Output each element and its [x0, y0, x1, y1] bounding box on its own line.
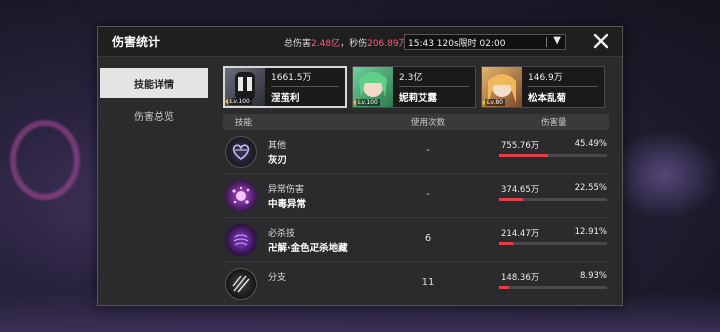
claw-slash-icon — [225, 268, 257, 300]
total-damage-value: 2.48亿 — [311, 39, 341, 49]
damage-value: 148.36万 — [501, 273, 540, 283]
use-count: 11 — [421, 277, 435, 288]
damage-value: 755.76万 — [501, 141, 540, 151]
character-card-2[interactable]: Lv.100 2.3亿 妮莉艾露 — [352, 66, 476, 108]
table-row: 必杀技 卍解·金色疋杀地藏 6 214.47万 12.91% — [223, 218, 609, 262]
table-row: 其他 灰刃 - 755.76万 45.49% — [223, 130, 609, 174]
use-count: - — [426, 145, 430, 156]
damage-bar-fill — [499, 242, 513, 245]
tab-label: 技能详情 — [134, 79, 174, 91]
skill-category: 异常伤害 — [268, 185, 305, 195]
tab-damage-overview[interactable]: 伤害总览 — [100, 100, 208, 130]
damage-bar-fill — [499, 154, 549, 157]
character-damage: 2.3亿 — [399, 70, 469, 87]
damage-percent: 12.91% — [574, 227, 607, 237]
character-level: Lv.100 — [356, 99, 380, 106]
damage-value: 214.47万 — [501, 229, 540, 239]
damage-percent: 22.55% — [574, 183, 607, 193]
purple-orb-glyph — [233, 232, 249, 248]
character-level: Lv.80 — [485, 99, 505, 106]
poison-splat-icon — [225, 180, 257, 212]
table-row: 异常伤害 中毒异常 - 374.65万 22.55% — [223, 174, 609, 218]
damage-bar — [499, 154, 607, 157]
chevron-down-icon: ▼ — [553, 35, 561, 46]
character-damage: 1661.5万 — [271, 70, 339, 87]
table-header: 技能 使用次数 伤害量 — [223, 114, 609, 130]
character-info: 2.3亿 妮莉艾露 — [393, 67, 475, 107]
character-info: 146.9万 松本乱菊 — [522, 67, 604, 107]
background-glow-left — [10, 120, 80, 200]
close-button[interactable] — [590, 30, 612, 52]
tab-skill-details[interactable]: 技能详情 — [100, 68, 208, 98]
skill-category: 其他 — [268, 141, 287, 151]
damage-summary: 总伤害2.48亿，秒伤206.89万/s — [284, 39, 416, 49]
damage-percent: 8.93% — [579, 271, 607, 281]
header-skill: 技能 — [235, 118, 253, 128]
header-damage: 伤害量 — [541, 118, 567, 128]
damage-percent: 45.49% — [574, 139, 607, 149]
table-row: 分支 11 148.36万 8.93% — [223, 262, 609, 305]
character-level: Lv.100 — [228, 98, 252, 105]
heart-wing-icon — [225, 136, 257, 168]
sidebar: 技能详情 伤害总览 — [98, 58, 208, 305]
title-bar: 伤害统计 总伤害2.48亿，秒伤206.89万/s 15:43 120s限时 0… — [98, 27, 622, 57]
character-selector: Lv.100 1661.5万 涅茧利 Lv.100 2.3亿 妮莉艾露 Lv.8… — [223, 66, 605, 108]
skill-damage-table: 技能 使用次数 伤害量 其他 灰刃 - 755.76万 45.49% 异常伤害 … — [223, 114, 609, 305]
damage-bar-fill — [499, 286, 509, 289]
character-card-1[interactable]: Lv.100 1661.5万 涅茧利 — [223, 66, 347, 108]
time-filter-dropdown[interactable]: 15:43 120s限时 02:00 ▼ — [404, 34, 566, 50]
tab-label: 伤害总览 — [134, 111, 174, 123]
skill-name: 卍解·金色疋杀地藏 — [268, 243, 348, 254]
damage-bar — [499, 286, 607, 289]
character-name: 松本乱菊 — [528, 93, 567, 104]
time-filter-value: 15:43 120s限时 02:00 — [408, 38, 506, 49]
use-count: - — [426, 189, 430, 200]
damage-bar — [499, 198, 607, 201]
damage-bar — [499, 242, 607, 245]
character-portrait: Lv.100 — [225, 68, 265, 106]
skill-category: 分支 — [268, 273, 287, 283]
character-name: 涅茧利 — [271, 93, 300, 104]
character-portrait: Lv.100 — [353, 67, 393, 107]
use-count: 6 — [424, 233, 432, 244]
background-glow-right — [610, 130, 720, 220]
panel-title: 伤害统计 — [112, 35, 161, 49]
dropdown-divider — [546, 37, 547, 47]
dps-label: 秒伤 — [349, 39, 368, 49]
character-damage: 146.9万 — [528, 70, 598, 87]
character-portrait: Lv.80 — [482, 67, 522, 107]
poison-splat-glyph — [232, 186, 250, 204]
damage-value: 374.65万 — [501, 185, 540, 195]
close-icon — [593, 33, 609, 49]
purple-orb-icon — [225, 224, 257, 256]
heart-wing-glyph — [232, 144, 250, 160]
damage-bar-fill — [499, 198, 524, 201]
damage-stats-panel: 伤害统计 总伤害2.48亿，秒伤206.89万/s 15:43 120s限时 0… — [97, 26, 623, 306]
total-damage-label: 总伤害 — [284, 39, 312, 49]
character-info: 1661.5万 涅茧利 — [265, 68, 345, 106]
skill-category: 必杀技 — [268, 229, 296, 239]
skill-name: 中毒异常 — [268, 199, 307, 210]
skill-name: 灰刃 — [268, 155, 288, 166]
character-name: 妮莉艾露 — [399, 93, 438, 104]
claw-slash-glyph — [232, 275, 250, 293]
character-card-3[interactable]: Lv.80 146.9万 松本乱菊 — [481, 66, 605, 108]
header-uses: 使用次数 — [411, 118, 446, 128]
